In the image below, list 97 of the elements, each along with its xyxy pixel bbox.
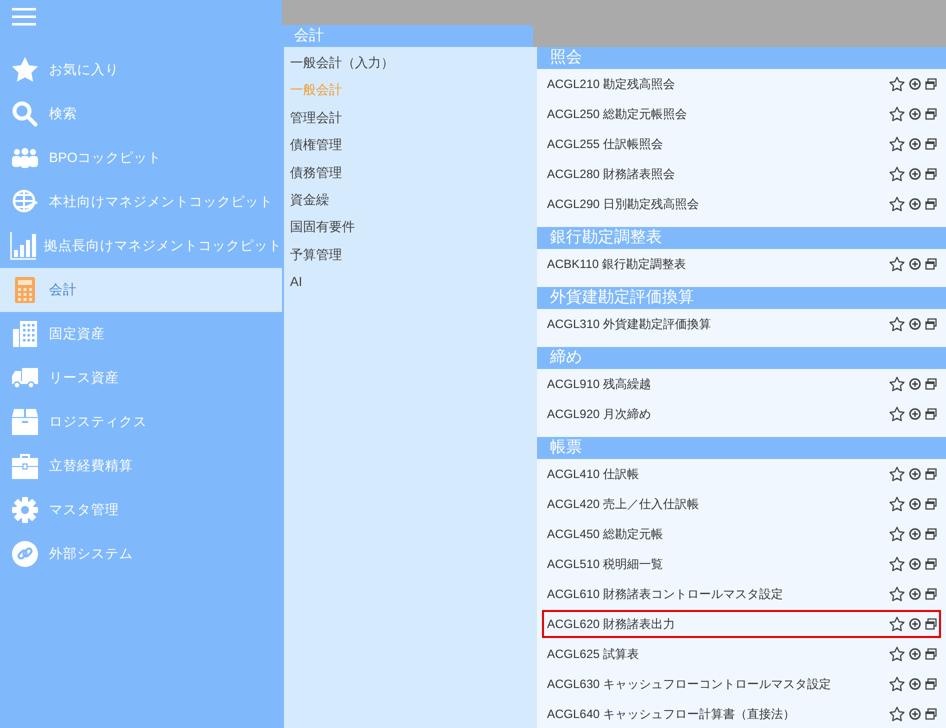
add-icon[interactable]	[909, 168, 921, 180]
star-icon[interactable]	[889, 586, 905, 602]
menu-row[interactable]: ACGL910 残高繰越	[542, 370, 941, 398]
new-window-icon[interactable]	[925, 708, 937, 720]
add-icon[interactable]	[909, 408, 921, 420]
new-window-icon[interactable]	[925, 318, 937, 330]
submenu-item[interactable]: 予算管理	[284, 240, 533, 268]
add-icon[interactable]	[909, 648, 921, 660]
search-icon	[12, 101, 38, 127]
add-icon[interactable]	[909, 198, 921, 210]
submenu-item[interactable]: 管理会計	[284, 104, 533, 132]
briefcase-icon	[12, 453, 38, 479]
star-icon[interactable]	[889, 166, 905, 182]
menu-row[interactable]: ACGL210 勘定残高照会	[542, 70, 941, 98]
star-icon[interactable]	[889, 496, 905, 512]
star-icon[interactable]	[889, 376, 905, 392]
menu-row[interactable]: ACGL250 総勘定元帳照会	[542, 100, 941, 128]
star-icon[interactable]	[889, 466, 905, 482]
new-window-icon[interactable]	[925, 408, 937, 420]
star-icon[interactable]	[889, 256, 905, 272]
add-icon[interactable]	[909, 708, 921, 720]
add-icon[interactable]	[909, 618, 921, 630]
add-icon[interactable]	[909, 108, 921, 120]
star-icon[interactable]	[889, 136, 905, 152]
add-icon[interactable]	[909, 498, 921, 510]
new-window-icon[interactable]	[925, 108, 937, 120]
menu-row[interactable]: ACGL290 日別勘定残高照会	[542, 190, 941, 218]
section-header: 外貨建勘定評価換算	[537, 287, 946, 309]
submenu-title: 会計	[294, 26, 324, 46]
star-icon[interactable]	[889, 556, 905, 572]
link-icon	[12, 541, 38, 567]
add-icon[interactable]	[909, 318, 921, 330]
new-window-icon[interactable]	[925, 678, 937, 690]
menu-row[interactable]: ACGL410 仕訳帳	[542, 460, 941, 488]
star-icon[interactable]	[889, 526, 905, 542]
new-window-icon[interactable]	[925, 138, 937, 150]
menu-row[interactable]: ACGL610 財務諸表コントロールマスタ設定	[542, 580, 941, 608]
menu-row[interactable]: ACGL450 総勘定元帳	[542, 520, 941, 548]
add-icon[interactable]	[909, 528, 921, 540]
star-icon[interactable]	[889, 646, 905, 662]
new-window-icon[interactable]	[925, 78, 937, 90]
new-window-icon[interactable]	[925, 528, 937, 540]
box-icon	[12, 409, 38, 435]
section-header: 帳票	[537, 437, 946, 459]
new-window-icon[interactable]	[925, 558, 937, 570]
new-window-icon[interactable]	[925, 588, 937, 600]
menu-row[interactable]: ACGL280 財務諸表照会	[542, 160, 941, 188]
add-icon[interactable]	[909, 588, 921, 600]
menu-row[interactable]: ACGL640 キャッシュフロー計算書（直接法）	[542, 700, 941, 728]
submenu-item[interactable]: 債務管理	[284, 158, 533, 186]
submenu-item[interactable]: AI	[284, 268, 533, 296]
star-icon[interactable]	[889, 706, 905, 722]
add-icon[interactable]	[909, 138, 921, 150]
star-icon[interactable]	[889, 196, 905, 212]
submenu-item[interactable]: 債権管理	[284, 131, 533, 159]
add-icon[interactable]	[909, 558, 921, 570]
section-header: 照会	[537, 47, 946, 69]
submenu-item[interactable]: 一般会計（入力）	[284, 49, 533, 76]
menu-row[interactable]: ACGL625 試算表	[542, 640, 941, 668]
new-window-icon[interactable]	[925, 198, 937, 210]
menu-row[interactable]: ACGL620 財務諸表出力	[542, 610, 941, 638]
star-icon[interactable]	[889, 616, 905, 632]
add-icon[interactable]	[909, 378, 921, 390]
new-window-icon[interactable]	[925, 468, 937, 480]
star-icon	[11, 57, 39, 83]
people-icon	[12, 148, 38, 168]
calculator-icon	[15, 277, 35, 303]
star-icon[interactable]	[889, 76, 905, 92]
new-window-icon[interactable]	[925, 498, 937, 510]
menu-row[interactable]: ACGL920 月次締め	[542, 400, 941, 428]
star-icon[interactable]	[889, 406, 905, 422]
add-icon[interactable]	[909, 258, 921, 270]
add-icon[interactable]	[909, 468, 921, 480]
menu-row[interactable]: ACGL510 税明細一覧	[542, 550, 941, 578]
menu-row[interactable]: ACGL630 キャッシュフローコントロールマスタ設定	[542, 670, 941, 698]
new-window-icon[interactable]	[925, 168, 937, 180]
new-window-icon[interactable]	[925, 258, 937, 270]
gear-icon	[12, 497, 38, 523]
truck-icon	[12, 368, 38, 388]
submenu-item[interactable]: 国固有要件	[284, 213, 533, 241]
menu-row[interactable]: ACGL255 仕訳帳照会	[542, 130, 941, 158]
menu-row[interactable]: ACGL420 売上／仕入仕訳帳	[542, 490, 941, 518]
building-icon	[13, 321, 37, 347]
add-icon[interactable]	[909, 678, 921, 690]
menu-row[interactable]: ACBK110 銀行勘定調整表	[542, 250, 941, 278]
star-icon[interactable]	[889, 676, 905, 692]
new-window-icon[interactable]	[925, 618, 937, 630]
menu-row[interactable]: ACGL310 外貨建勘定評価換算	[542, 310, 941, 338]
add-icon[interactable]	[909, 78, 921, 90]
bar-chart-icon	[10, 232, 36, 260]
star-icon[interactable]	[889, 316, 905, 332]
new-window-icon[interactable]	[925, 378, 937, 390]
section-header: 銀行勘定調整表	[537, 227, 946, 249]
star-icon[interactable]	[889, 106, 905, 122]
submenu-item[interactable]: 資金繰	[284, 186, 533, 214]
section-header: 締め	[537, 347, 946, 369]
new-window-icon[interactable]	[925, 648, 937, 660]
